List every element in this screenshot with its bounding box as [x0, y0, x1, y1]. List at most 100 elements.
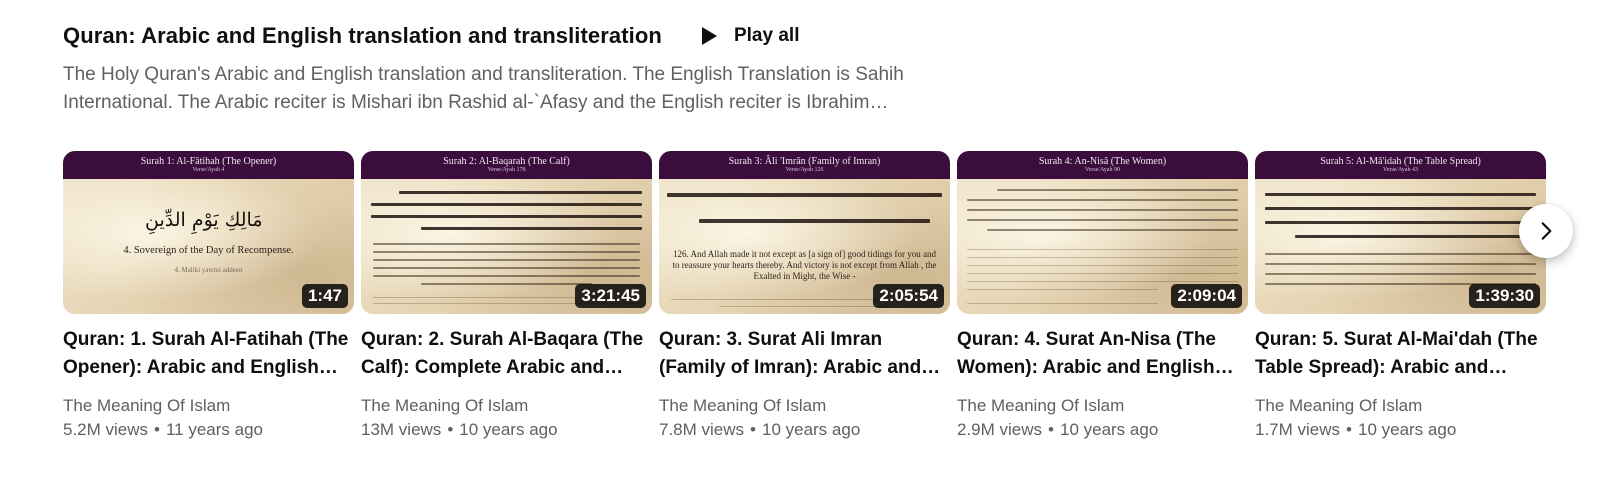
thumbnail-text-line	[997, 189, 1238, 191]
thumbnail-english-text: 126. And Allah made it not except as [a …	[672, 249, 937, 281]
thumbnail-header: Surah 2: Al-Baqarah (The Calf) Verse/Aya…	[361, 151, 652, 179]
next-button[interactable]	[1519, 204, 1573, 258]
thumbnail-text-line	[699, 219, 930, 223]
meta-separator: •	[1346, 420, 1352, 439]
thumbnail-subheading: Verse/Ayah 43	[1383, 167, 1418, 173]
thumbnail-text-line	[967, 257, 1238, 258]
video-row: مَالِكِ يَوْمِ الدِّينِ 4. Sovereign of …	[63, 151, 1546, 442]
video-thumbnail[interactable]: Surah 4: An-Nisâ (The Women) Verse/Ayah …	[957, 151, 1248, 314]
play-icon	[701, 27, 717, 45]
thumbnail-text-line	[1265, 207, 1536, 210]
video-thumbnail[interactable]: Surah 5: Al-Mâ'idah (The Table Spread) V…	[1255, 151, 1546, 314]
duration-badge: 3:21:45	[575, 284, 646, 308]
meta-separator: •	[1048, 420, 1054, 439]
view-count: 5.2M views	[63, 420, 149, 439]
thumbnail-heading: Surah 3: Âli 'Imrân (Family of Imran)	[728, 156, 881, 167]
shelf-header: Quran: Arabic and English translation an…	[63, 20, 807, 52]
thumbnail-text-line	[1265, 263, 1536, 265]
view-count: 1.7M views	[1255, 420, 1341, 439]
thumbnail-arabic-text: مَالِكِ يَوْمِ الدِّينِ	[145, 209, 263, 231]
thumbnail-text-line	[1265, 273, 1536, 275]
channel-name[interactable]: The Meaning Of Islam	[659, 394, 950, 418]
channel-name[interactable]: The Meaning Of Islam	[957, 394, 1248, 418]
playlist-shelf: Quran: Arabic and English translation an…	[0, 0, 1600, 480]
view-count: 2.9M views	[957, 420, 1043, 439]
thumbnail-header: Surah 4: An-Nisâ (The Women) Verse/Ayah …	[957, 151, 1248, 179]
thumbnail-text-line	[967, 303, 1158, 304]
video-meta: 2.9M views • 10 years ago	[957, 418, 1248, 442]
duration-badge: 2:05:54	[873, 284, 944, 308]
view-count: 7.8M views	[659, 420, 745, 439]
thumbnail-text-line	[373, 267, 640, 269]
shelf-title[interactable]: Quran: Arabic and English translation an…	[63, 20, 662, 52]
video-title[interactable]: Quran: 1. Surah Al-Fatihah (The Opener):…	[63, 326, 354, 382]
upload-age: 10 years ago	[459, 420, 558, 439]
meta-separator: •	[447, 420, 454, 439]
thumbnail-text-line	[1265, 221, 1536, 224]
video-thumbnail[interactable]: 126. And Allah made it not except as [a …	[659, 151, 950, 314]
video-meta: 7.8M views • 10 years ago	[659, 418, 950, 442]
video-meta: 13M views • 10 years ago	[361, 418, 652, 442]
video-card[interactable]: Surah 4: An-Nisâ (The Women) Verse/Ayah …	[957, 151, 1248, 442]
video-card[interactable]: Surah 2: Al-Baqarah (The Calf) Verse/Aya…	[361, 151, 652, 442]
thumbnail-text-line	[421, 227, 642, 230]
video-card[interactable]: مَالِكِ يَوْمِ الدِّينِ 4. Sovereign of …	[63, 151, 354, 442]
thumbnail-text-line	[371, 203, 642, 206]
video-meta: 1.7M views • 10 years ago	[1255, 418, 1546, 442]
thumbnail-text-line	[667, 193, 942, 197]
video-title[interactable]: Quran: 2. Surah Al-Baqara (The Calf): Co…	[361, 326, 652, 382]
video-meta: 5.2M views • 11 years ago	[63, 418, 354, 442]
channel-name[interactable]: The Meaning Of Islam	[63, 394, 354, 418]
thumbnail-header: Surah 3: Âli 'Imrân (Family of Imran) Ve…	[659, 151, 950, 179]
channel-name[interactable]: The Meaning Of Islam	[361, 394, 652, 418]
thumbnail-text-line	[987, 229, 1238, 231]
thumbnail-text-line	[373, 275, 640, 277]
video-title[interactable]: Quran: 5. Surat Al-Mai'dah (The Table Sp…	[1255, 326, 1546, 382]
upload-age: 10 years ago	[1357, 420, 1457, 439]
thumbnail-heading: Surah 2: Al-Baqarah (The Calf)	[443, 156, 570, 167]
video-title[interactable]: Quran: 3. Surat Ali Imran (Family of Imr…	[659, 326, 950, 382]
thumbnail-text-line	[421, 283, 592, 285]
thumbnail-text-line	[967, 273, 1238, 274]
thumbnail-subheading: Verse/Ayah 4	[192, 167, 225, 173]
thumbnail-text-line	[373, 243, 640, 245]
thumbnail-subheading: Verse/Ayah 90	[1085, 167, 1120, 173]
video-title[interactable]: Quran: 4. Surat An-Nisa (The Women): Ara…	[957, 326, 1248, 382]
thumbnail-text-line	[1265, 193, 1536, 196]
play-all-button[interactable]: Play all	[688, 20, 808, 52]
upload-age: 10 years ago	[1059, 420, 1159, 439]
duration-badge: 1:47	[301, 284, 348, 308]
video-thumbnail[interactable]: Surah 2: Al-Baqarah (The Calf) Verse/Aya…	[361, 151, 652, 314]
thumbnail-heading: Surah 5: Al-Mâ'idah (The Table Spread)	[1320, 156, 1481, 167]
thumbnail-heading: Surah 4: An-Nisâ (The Women)	[1038, 156, 1167, 167]
thumbnail-text-line	[373, 251, 640, 253]
thumbnail-text-line	[373, 259, 640, 261]
video-thumbnail[interactable]: مَالِكِ يَوْمِ الدِّينِ 4. Sovereign of …	[63, 151, 354, 314]
video-card[interactable]: 126. And Allah made it not except as [a …	[659, 151, 950, 442]
thumbnail-text-line	[967, 249, 1238, 250]
thumbnail-text-line	[399, 191, 642, 194]
thumbnail-text-line	[967, 219, 1238, 221]
channel-name[interactable]: The Meaning Of Islam	[1255, 394, 1546, 418]
thumbnail-text-line	[1265, 253, 1536, 255]
duration-badge: 2:09:04	[1171, 284, 1242, 308]
thumbnail-text-line	[967, 281, 1238, 282]
thumbnail-text-line	[719, 306, 890, 307]
upload-age: 10 years ago	[761, 420, 861, 439]
thumbnail-subheading: Verse/Ayah 126	[785, 167, 824, 173]
thumbnail-header: Surah 5: Al-Mâ'idah (The Table Spread) V…	[1255, 151, 1546, 179]
thumbnail-text-line	[1295, 235, 1536, 238]
thumbnail-text-line	[371, 215, 642, 218]
meta-separator: •	[154, 420, 160, 439]
video-card[interactable]: Surah 5: Al-Mâ'idah (The Table Spread) V…	[1255, 151, 1546, 442]
thumbnail-text-line	[967, 199, 1238, 201]
thumbnail-text-line	[967, 209, 1238, 211]
duration-badge: 1:39:30	[1469, 284, 1540, 308]
meta-separator: •	[750, 420, 756, 439]
chevron-right-icon	[1541, 222, 1552, 240]
shelf-description: The Holy Quran's Arabic and English tran…	[63, 64, 904, 113]
thumbnail-text-line	[967, 265, 1238, 266]
thumbnail-transliteration: 4. Maliki yawmi addeen	[174, 266, 243, 274]
thumbnail-heading: Surah 1: Al-Fâtihah (The Opener)	[140, 156, 277, 167]
thumbnail-subheading: Verse/Ayah 178	[487, 167, 526, 173]
